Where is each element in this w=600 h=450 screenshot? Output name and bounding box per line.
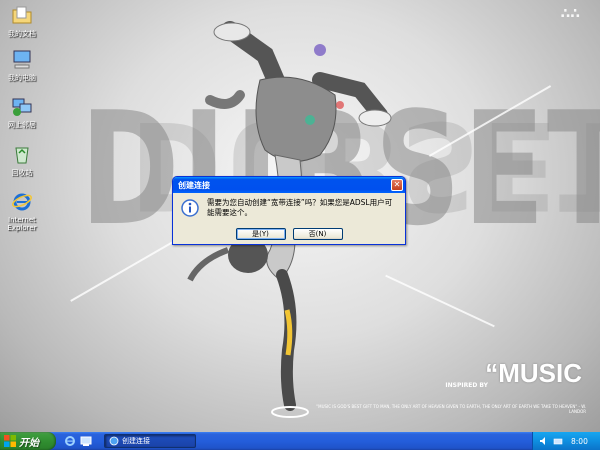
internet-explorer-icon (12, 193, 32, 211)
quick-launch (56, 432, 100, 450)
dialog-body: 需要为您自动创建“宽带连接”吗？如果您是ADSL用户可能需要这个。 是(Y) 否… (173, 193, 405, 246)
system-tray: 8:00 (532, 432, 600, 450)
desktop[interactable]: DUBSET DUBSET ∴∴ INSPIRED BY “MUSIC "MUS… (0, 0, 600, 432)
network-status-icon[interactable] (553, 436, 563, 446)
taskbar-item-label: 创建连接 (122, 437, 150, 445)
computer-icon (13, 50, 31, 69)
yes-button[interactable]: 是(Y) (235, 228, 286, 240)
wallpaper-inspired-text: INSPIRED BY (445, 382, 488, 389)
quick-launch-ie-icon[interactable] (64, 435, 76, 447)
wallpaper-corner-mark: ∴∴ (560, 6, 580, 22)
create-connection-dialog[interactable]: 创建连接 ✕ 需要为您自动创建“宽带连接”吗？如果您是ADSL用户可能需要这个。… (172, 176, 406, 245)
close-button[interactable]: ✕ (391, 179, 403, 191)
desktop-icon-my-computer[interactable]: 我的电脑 (2, 48, 42, 82)
tray-clock[interactable]: 8:00 (571, 437, 588, 446)
desktop-icon-ie[interactable]: Internet Explorer (2, 190, 42, 232)
dialog-title: 创建连接 (178, 180, 210, 190)
folder-documents-icon (12, 6, 32, 24)
start-button[interactable]: 开始 (0, 432, 56, 450)
dialog-message: 需要为您自动创建“宽带连接”吗？如果您是ADSL用户可能需要这个。 (207, 198, 393, 217)
windows-logo-icon (4, 435, 16, 447)
no-button[interactable]: 否(N) (292, 228, 343, 240)
recycle-bin-icon (15, 147, 29, 164)
start-label: 开始 (19, 437, 39, 449)
dialog-button-row: 是(Y) 否(N) (173, 228, 405, 240)
dialog-titlebar[interactable]: 创建连接 ✕ (173, 177, 405, 193)
show-desktop-icon[interactable] (80, 435, 92, 447)
network-icon (12, 98, 32, 116)
close-icon: ✕ (393, 180, 401, 189)
volume-icon[interactable] (539, 436, 549, 446)
wallpaper-music-text: “MUSIC (485, 358, 582, 388)
desktop-icon-recycle-bin[interactable]: 回收站 (2, 143, 42, 177)
desktop-icon-my-documents[interactable]: 我的文档 (2, 4, 42, 38)
info-icon (181, 199, 199, 217)
connection-icon (109, 436, 119, 446)
taskbar-item-create-connection[interactable]: 创建连接 (104, 434, 196, 448)
taskbar: 开始 创建连接 8:00 (0, 432, 600, 450)
desktop-icon-network[interactable]: 网上邻居 (2, 95, 42, 129)
wallpaper-quote: "MUSIC IS GOD'S BEST GIFT TO MAN, THE ON… (316, 404, 586, 414)
